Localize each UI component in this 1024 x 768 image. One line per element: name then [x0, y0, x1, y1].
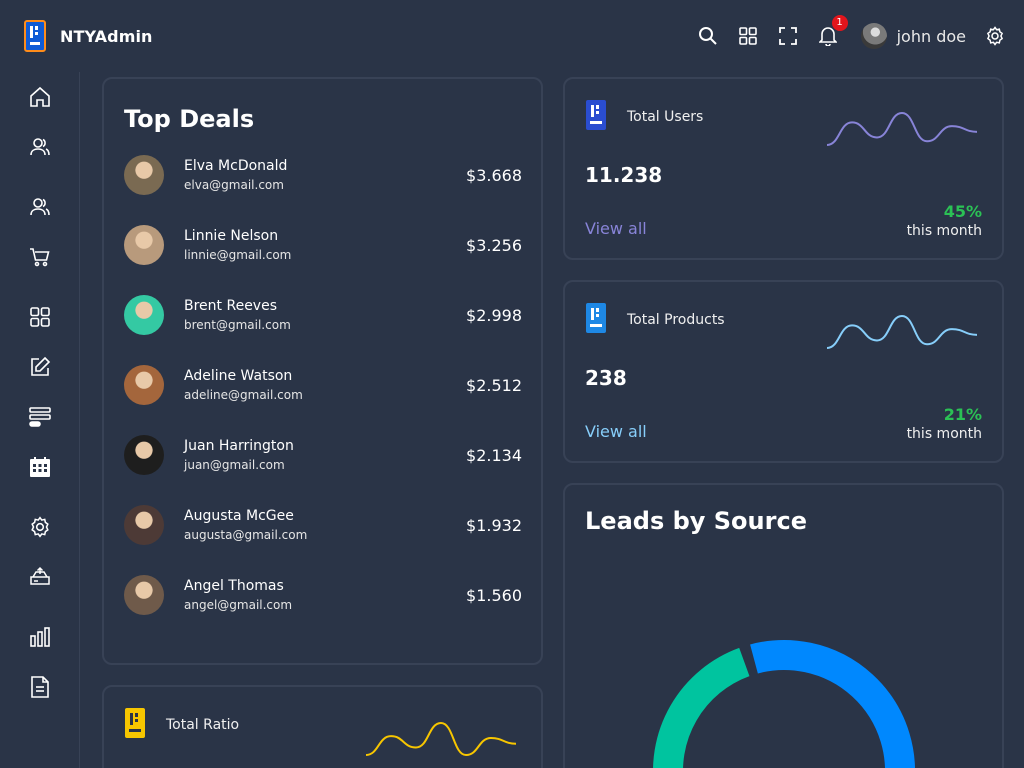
deal-row[interactable]: Elva McDonald elva@gmail.com $3.668	[124, 153, 522, 197]
ratio-stat-icon	[125, 708, 145, 738]
charts-icon[interactable]	[28, 625, 52, 649]
deal-name: Elva McDonald	[184, 158, 288, 174]
view-all-link[interactable]: View all	[585, 219, 647, 238]
deal-row[interactable]: Augusta McGee augusta@gmail.com $1.932	[124, 503, 522, 547]
stat-value: 11.238	[585, 163, 663, 187]
calendar-icon[interactable]	[28, 455, 52, 479]
deal-email: augusta@gmail.com	[184, 528, 308, 542]
header-actions: 1 john doe	[697, 0, 1006, 72]
logs-icon[interactable]	[28, 675, 52, 699]
deal-amount: $3.668	[466, 165, 522, 185]
deal-email: linnie@gmail.com	[184, 248, 292, 262]
view-all-link[interactable]: View all	[585, 422, 647, 441]
deal-name: Brent Reeves	[184, 298, 277, 314]
ratio-sparkline	[366, 721, 517, 757]
logo-icon	[24, 20, 46, 52]
deal-amount: $2.512	[466, 375, 522, 395]
avatar	[124, 225, 164, 265]
deal-name: Linnie Nelson	[184, 228, 279, 244]
deal-amount: $2.998	[466, 305, 522, 325]
list-icon[interactable]	[28, 405, 52, 429]
top-bar: NTYAdmin 1 john doe	[0, 0, 1024, 72]
deal-info: Adeline Watson adeline@gmail.com	[184, 368, 466, 402]
donut-segment-blue[interactable]	[750, 640, 915, 768]
deal-amount: $1.932	[466, 515, 522, 535]
apps-icon[interactable]	[737, 25, 759, 47]
sparkline-path	[827, 111, 978, 146]
sparkline-path	[827, 314, 978, 349]
top-deals-card: Top Deals Elva McDonald elva@gmail.com $3.…	[102, 77, 543, 665]
stat-title: Total Ratio	[166, 717, 240, 733]
deal-info: Juan Harrington juan@gmail.com	[184, 438, 466, 472]
total-products-card: Total Products 238 View all 21% this mon…	[563, 280, 1004, 463]
deal-email: juan@gmail.com	[184, 458, 285, 472]
avatar	[124, 155, 164, 195]
deal-amount: $1.560	[466, 585, 522, 605]
sidebar	[0, 72, 80, 768]
users-stat-icon	[586, 100, 606, 130]
stat-value: 238	[585, 366, 627, 390]
deal-name: Juan Harrington	[184, 438, 294, 454]
stat-title: Total Users	[627, 109, 704, 125]
edit-icon[interactable]	[28, 355, 52, 379]
deal-email: elva@gmail.com	[184, 178, 284, 192]
total-ratio-card: Total Ratio	[102, 685, 543, 768]
deal-email: adeline@gmail.com	[184, 388, 303, 402]
stat-period: this month	[906, 426, 982, 442]
deal-row[interactable]: Brent Reeves brent@gmail.com $2.998	[124, 293, 522, 337]
deal-info: Augusta McGee augusta@gmail.com	[184, 508, 466, 542]
deal-info: Brent Reeves brent@gmail.com	[184, 298, 466, 332]
deal-info: Angel Thomas angel@gmail.com	[184, 578, 466, 612]
deal-info: Linnie Nelson linnie@gmail.com	[184, 228, 466, 262]
deal-row[interactable]: Linnie Nelson linnie@gmail.com $3.256	[124, 223, 522, 267]
backup-icon[interactable]	[28, 565, 52, 589]
avatar	[860, 23, 887, 49]
avatar	[124, 505, 164, 545]
app-title: NTYAdmin	[60, 26, 153, 46]
stat-percent: 45%	[943, 202, 982, 221]
notification-badge: 1	[831, 15, 848, 31]
deal-row[interactable]: Angel Thomas angel@gmail.com $1.560	[124, 573, 522, 617]
stat-percent: 21%	[943, 405, 982, 424]
products-stat-icon	[586, 303, 606, 333]
avatar	[124, 365, 164, 405]
sparkline-path	[366, 721, 517, 757]
deal-row[interactable]: Adeline Watson adeline@gmail.com $2.512	[124, 363, 522, 407]
profile-icon[interactable]	[28, 135, 52, 159]
avatar	[124, 575, 164, 615]
deal-name: Adeline Watson	[184, 368, 293, 384]
user-name: john doe	[896, 26, 966, 46]
deal-email: brent@gmail.com	[184, 318, 291, 332]
settings-icon[interactable]	[984, 25, 1006, 47]
stat-title: Total Products	[627, 312, 725, 328]
avatar	[124, 435, 164, 475]
grid-icon[interactable]	[28, 305, 52, 329]
users-sparkline	[827, 111, 978, 146]
deal-email: angel@gmail.com	[184, 598, 293, 612]
bell-icon[interactable]: 1	[817, 15, 848, 47]
deal-amount: $2.134	[466, 445, 522, 465]
user-menu[interactable]: john doe	[860, 23, 966, 49]
deal-info: Elva McDonald elva@gmail.com	[184, 158, 466, 192]
fullscreen-icon[interactable]	[777, 25, 799, 47]
products-sparkline	[827, 314, 978, 349]
deal-row[interactable]: Juan Harrington juan@gmail.com $2.134	[124, 433, 522, 477]
users-icon[interactable]	[28, 195, 52, 219]
stat-period: this month	[906, 223, 982, 239]
deal-name: Angel Thomas	[184, 578, 284, 594]
logo[interactable]: NTYAdmin	[24, 20, 153, 52]
deal-name: Augusta McGee	[184, 508, 294, 524]
donut-segment-green[interactable]	[653, 647, 750, 768]
total-users-card: Total Users 11.238 View all 45% this mon…	[563, 77, 1004, 260]
avatar	[124, 295, 164, 335]
settings-icon[interactable]	[28, 515, 52, 539]
home-icon[interactable]	[28, 85, 52, 109]
deal-amount: $3.256	[466, 235, 522, 255]
search-icon[interactable]	[697, 25, 719, 47]
leads-by-source-card: Leads by Source	[563, 483, 1004, 768]
leads-donut-chart	[653, 640, 915, 768]
cart-icon[interactable]	[28, 245, 52, 269]
top-deals-title: Top Deals	[124, 105, 255, 133]
